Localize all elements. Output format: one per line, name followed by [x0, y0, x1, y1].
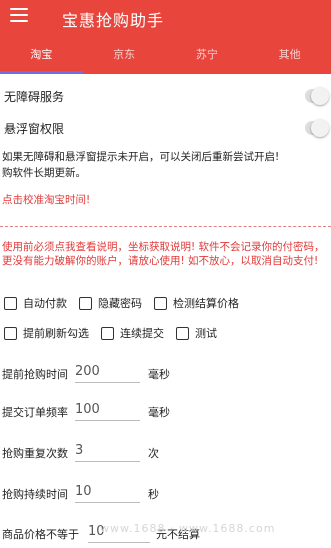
section-divider: [0, 226, 331, 227]
app-bar: 宝惠抢购助手: [0, 0, 331, 36]
accessibility-toggle[interactable]: [305, 87, 329, 105]
tab-other[interactable]: 其他: [248, 36, 331, 74]
repeat-count-label: 抢购重复次数: [2, 447, 68, 460]
submit-rate-input[interactable]: [75, 398, 140, 421]
auto-pay-label: 自动付款: [23, 297, 67, 310]
pre-refresh-option[interactable]: 提前刷新勾选: [4, 325, 89, 341]
auto-pay-option[interactable]: 自动付款: [4, 295, 67, 311]
tab-taobao[interactable]: 淘宝: [0, 36, 83, 74]
auto-pay-checkbox[interactable]: [4, 296, 17, 310]
options-row-2: 提前刷新勾选 连续提交 测试: [4, 325, 229, 341]
hide-password-checkbox[interactable]: [79, 296, 92, 310]
test-label: 测试: [195, 327, 217, 340]
submit-rate-unit: 毫秒: [148, 406, 170, 419]
permission-tip: 如果无障碍和悬浮窗提示未开启，可以关闭后重新尝试开启!: [2, 151, 280, 163]
submit-rate-label: 提交订单频率: [2, 406, 68, 419]
menu-icon[interactable]: [10, 8, 28, 24]
pre-refresh-checkbox[interactable]: [4, 326, 17, 340]
watermark: www.1688 · www.1688.com: [100, 522, 276, 535]
tab-jd[interactable]: 京东: [83, 36, 166, 74]
usage-warning[interactable]: 使用前必须点我查看说明，坐标获取说明! 软件不会记录你的付密码，更没有能力破解你…: [2, 240, 328, 268]
duration-label: 抢购持续时间: [2, 488, 68, 501]
calibrate-time-link[interactable]: 点击校准淘宝时间!: [2, 193, 328, 208]
accessibility-row: 无障碍服务: [0, 86, 331, 106]
test-checkbox[interactable]: [176, 326, 189, 340]
check-price-option[interactable]: 检测结算价格: [154, 295, 239, 311]
continuous-submit-checkbox[interactable]: [101, 326, 114, 340]
submit-rate-row: 提交订单频率 毫秒: [0, 398, 331, 424]
update-tip: 购软件长期更新。: [2, 167, 86, 179]
tab-suning[interactable]: 苏宁: [166, 36, 249, 74]
duration-unit: 秒: [148, 488, 159, 501]
hide-password-option[interactable]: 隐藏密码: [79, 295, 142, 311]
overlay-label: 悬浮窗权限: [4, 122, 65, 136]
advance-time-input[interactable]: [75, 360, 140, 383]
check-price-label: 检测结算价格: [173, 297, 239, 310]
repeat-count-row: 抢购重复次数 次: [0, 439, 331, 465]
check-price-checkbox[interactable]: [154, 296, 167, 310]
pre-refresh-label: 提前刷新勾选: [23, 327, 89, 340]
app-title: 宝惠抢购助手: [62, 11, 165, 30]
overlay-toggle[interactable]: [305, 119, 329, 137]
repeat-count-input[interactable]: [75, 439, 140, 462]
options-row-1: 自动付款 隐藏密码 检测结算价格: [4, 295, 251, 311]
continuous-submit-label: 连续提交: [120, 327, 164, 340]
hide-password-label: 隐藏密码: [98, 297, 142, 310]
price-limit-label: 商品价格不等于: [2, 528, 79, 541]
advance-time-unit: 毫秒: [148, 368, 170, 381]
test-option[interactable]: 测试: [176, 325, 217, 341]
advance-time-row: 提前抢购时间 毫秒: [0, 360, 331, 386]
duration-row: 抢购持续时间 秒: [0, 480, 331, 506]
duration-input[interactable]: [75, 480, 140, 503]
overlay-row: 悬浮窗权限: [0, 118, 331, 138]
accessibility-label: 无障碍服务: [4, 90, 65, 104]
tab-bar: 淘宝 京东 苏宁 其他: [0, 36, 331, 74]
repeat-count-unit: 次: [148, 447, 159, 460]
continuous-submit-option[interactable]: 连续提交: [101, 325, 164, 341]
advance-time-label: 提前抢购时间: [2, 368, 68, 381]
